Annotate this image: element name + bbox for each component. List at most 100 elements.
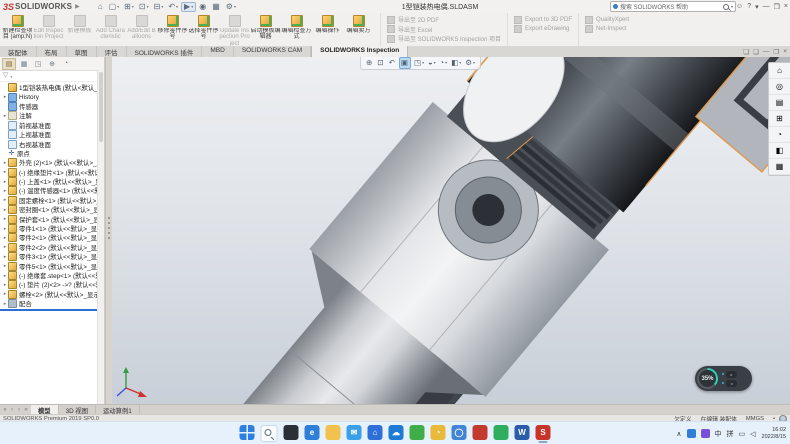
- ribbon-button[interactable]: Update Inspection Project: [219, 13, 250, 46]
- document-window-control-button[interactable]: ❏: [753, 48, 759, 56]
- chevron-down-icon[interactable]: ▾: [459, 58, 461, 68]
- taskbar-app-icon[interactable]: [326, 425, 341, 440]
- headsup-tool-button[interactable]: ↶: [388, 58, 397, 68]
- tray-icon[interactable]: ◁: [750, 430, 755, 438]
- window-control-button[interactable]: —: [763, 3, 770, 10]
- export-link[interactable]: 导出至 2D PDF: [387, 15, 501, 25]
- tree-item[interactable]: ✛ 原点: [2, 149, 104, 158]
- tree-item[interactable]: 传感器: [2, 102, 104, 111]
- ribbon-button[interactable]: Add Characteristic: [95, 13, 126, 46]
- tree-item[interactable]: 上视基准面: [2, 130, 104, 139]
- tree-item[interactable]: ▸ (-) 温度传感器<1> (默认<<默认>_: [2, 186, 104, 195]
- ribbon-tab[interactable]: 布局: [37, 46, 67, 57]
- window-control-button[interactable]: ❐: [774, 3, 780, 11]
- taskbar-app-icon[interactable]: [261, 425, 278, 442]
- scrollbar-thumb[interactable]: [99, 72, 103, 142]
- tab-scroll-button[interactable]: ‹: [9, 407, 15, 413]
- tray-icon[interactable]: ▭: [739, 430, 746, 438]
- ribbon-button[interactable]: 选择零件序号: [188, 13, 219, 46]
- tree-item[interactable]: ▸ History: [2, 92, 104, 101]
- quick-access-button[interactable]: ▢ ▾: [107, 2, 122, 12]
- tray-icon[interactable]: 中: [715, 429, 722, 439]
- search-box[interactable]: 搜索 SOLIDWORKS 帮助 ▾: [610, 1, 736, 12]
- chevron-down-icon[interactable]: ▾: [132, 2, 134, 12]
- task-pane-tab[interactable]: ◧: [769, 143, 790, 159]
- tree-item[interactable]: ▸ 螺栓<2> (默认<<默认>_显示状态: [2, 290, 104, 299]
- tree-item[interactable]: ▸ (-) 上盖<1> (默认<<默认>_显示状: [2, 177, 104, 186]
- taskbar-app-icon[interactable]: ◯: [452, 425, 467, 440]
- search-caret-icon[interactable]: ▾: [731, 4, 733, 9]
- chevron-down-icon[interactable]: ▾: [176, 2, 178, 12]
- chevron-down-icon[interactable]: ▾: [434, 58, 436, 68]
- task-pane-tab[interactable]: ◔: [769, 127, 790, 143]
- zoom-dial[interactable]: 35%: [697, 368, 718, 389]
- ribbon-tab[interactable]: MBD: [202, 46, 233, 57]
- task-pane-tab[interactable]: ◎: [769, 79, 790, 95]
- recorder-button[interactable]: ◂: [726, 380, 737, 387]
- ribbon-button[interactable]: 编辑卖方: [343, 13, 374, 46]
- chevron-down-icon[interactable]: ▾: [473, 58, 475, 68]
- chevron-down-icon[interactable]: ▾: [161, 2, 163, 12]
- ribbon-button[interactable]: 启动模板编辑器: [250, 13, 281, 46]
- quick-access-button[interactable]: ⚙ ▾: [224, 2, 238, 12]
- ribbon-button[interactable]: 新建模板: [64, 13, 95, 46]
- ribbon-button[interactable]: Add/Edit Balloons: [126, 13, 157, 46]
- document-window-control-button[interactable]: —: [763, 48, 770, 55]
- taskbar-app-icon[interactable]: [410, 425, 425, 440]
- menu-expand-arrow-icon[interactable]: ▶: [75, 3, 80, 10]
- taskbar-app-icon[interactable]: W: [515, 425, 530, 440]
- tree-item[interactable]: ▸ 保护套<1> (默认<<默认>_显示状: [2, 214, 104, 223]
- headsup-tool-button[interactable]: ◳ ▾: [413, 58, 425, 68]
- export-link[interactable]: 导出至 SOLIDWORKS Inspection 项目: [387, 34, 501, 44]
- tree-item[interactable]: ▸ 配合: [2, 299, 104, 308]
- chevron-down-icon[interactable]: ▾: [422, 58, 424, 68]
- tree-item[interactable]: ▸ 零件5<1> (默认<<默认>_显示状态: [2, 261, 104, 270]
- taskbar-app-icon[interactable]: ✉: [347, 425, 362, 440]
- quick-access-button[interactable]: ⊞ ▾: [122, 2, 136, 12]
- tree-item[interactable]: 右视基准面: [2, 139, 104, 148]
- export-link[interactable]: 导出至 Excel: [387, 25, 501, 35]
- headsup-tool-button[interactable]: ⚙ ▾: [464, 58, 476, 68]
- tree-item[interactable]: ▸ (-) 绝缘套.step<1> (默认<<默认>: [2, 271, 104, 280]
- chevron-down-icon[interactable]: ▾: [234, 2, 236, 12]
- taskbar-app-icon[interactable]: S: [536, 425, 551, 440]
- task-pane-tab[interactable]: ⊞: [769, 111, 790, 127]
- taskbar-app-icon[interactable]: e: [305, 425, 320, 440]
- headsup-tool-button[interactable]: ◧ ▾: [450, 58, 462, 68]
- tray-icon[interactable]: [687, 429, 696, 438]
- taskbar-app-icon[interactable]: ☁: [389, 425, 404, 440]
- document-window-control-button[interactable]: ×: [783, 48, 787, 55]
- panel-tab-icon[interactable]: ▤: [2, 58, 16, 70]
- panel-tab-icon[interactable]: ▦: [18, 59, 30, 69]
- 3d-model[interactable]: [112, 57, 790, 404]
- search-input[interactable]: 搜索 SOLIDWORKS 帮助: [620, 2, 721, 11]
- quick-access-button[interactable]: ▶ ▾: [181, 2, 196, 12]
- window-control-button[interactable]: ×: [784, 3, 788, 10]
- tab-scroll-button[interactable]: »: [23, 407, 29, 413]
- ribbon-tab[interactable]: SOLIDWORKS Inspection: [311, 46, 408, 57]
- task-pane-tab[interactable]: ▤: [769, 95, 790, 111]
- ribbon-button[interactable]: Edit Inspection Project: [33, 13, 64, 46]
- tree-item[interactable]: ▸ 零件2<1> (默认<<默认>_显示状态: [2, 233, 104, 242]
- tree-item[interactable]: ▸ 零件3<1> (默认<<默认>_显示状态: [2, 252, 104, 261]
- quick-access-button[interactable]: ↶ ▾: [166, 2, 180, 12]
- search-icon[interactable]: [723, 4, 729, 10]
- tree-item[interactable]: ▸ 注解: [2, 111, 104, 120]
- chevron-down-icon[interactable]: ▾: [147, 2, 149, 12]
- ribbon-button[interactable]: 编辑检查方式: [281, 13, 312, 46]
- tree-item[interactable]: ▸ 零件2<2> (默认<<默认>_显示状态: [2, 243, 104, 252]
- ribbon-button[interactable]: 新建检查项目 (amp;N): [2, 13, 33, 46]
- export-link[interactable]: Net-Inspect: [585, 25, 629, 35]
- export-link[interactable]: QualityXpert: [585, 15, 629, 25]
- tray-icon[interactable]: [701, 429, 710, 438]
- tree-filter-row[interactable]: ▽ ▾: [0, 71, 104, 82]
- panel-scrollbar[interactable]: [97, 70, 104, 404]
- panel-tab-icon[interactable]: ⊕: [46, 59, 58, 69]
- panel-tab-icon[interactable]: ◔: [60, 59, 72, 69]
- ribbon-button[interactable]: 编辑操作: [312, 13, 343, 46]
- quick-access-button[interactable]: ⊡ ▾: [137, 2, 151, 12]
- tab-scroll-button[interactable]: «: [2, 407, 8, 413]
- tree-item[interactable]: 前视基准面: [2, 121, 104, 130]
- chevron-down-icon[interactable]: ▾: [191, 3, 193, 11]
- export-link[interactable]: Export to 3D PDF: [514, 15, 572, 25]
